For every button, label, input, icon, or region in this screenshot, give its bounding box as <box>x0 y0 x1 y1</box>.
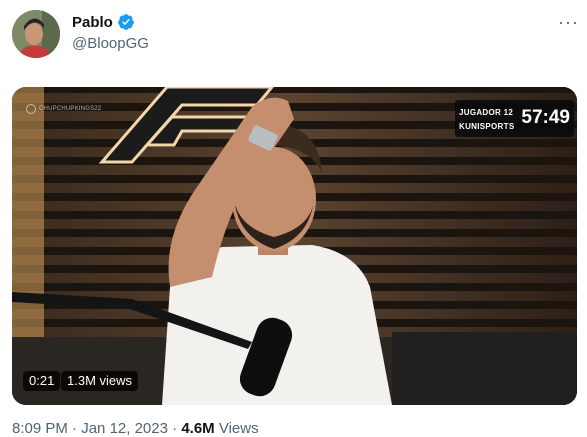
avatar[interactable] <box>12 10 60 58</box>
watermark-text: CHUPCHUPKINGS22 <box>39 106 102 112</box>
video-views: 1.3M views <box>61 371 139 391</box>
scoreboard-team-2: KUNISPORTS <box>459 122 515 131</box>
scoreboard-team-1: JUGADOR 12 <box>459 108 514 117</box>
channel-watermark: CHUPCHUPKINGS22 <box>26 104 101 114</box>
watermark-logo-icon <box>26 104 36 114</box>
author-name[interactable]: Pablo <box>72 14 113 31</box>
scoreboard: JUGADOR 12 KUNISPORTS 57:49 <box>455 100 574 137</box>
video-player[interactable]: CHUPCHUPKINGS22 JUGADOR 12 KUNISPORTS 57… <box>12 87 577 405</box>
video-duration: 0:21 <box>23 371 61 391</box>
verified-badge-icon <box>117 14 134 30</box>
more-options-icon[interactable]: ··· <box>558 12 579 33</box>
scoreboard-clock: 57:49 <box>521 107 570 128</box>
avatar-image <box>12 10 60 58</box>
author-handle[interactable]: @BloopGG <box>72 35 149 52</box>
